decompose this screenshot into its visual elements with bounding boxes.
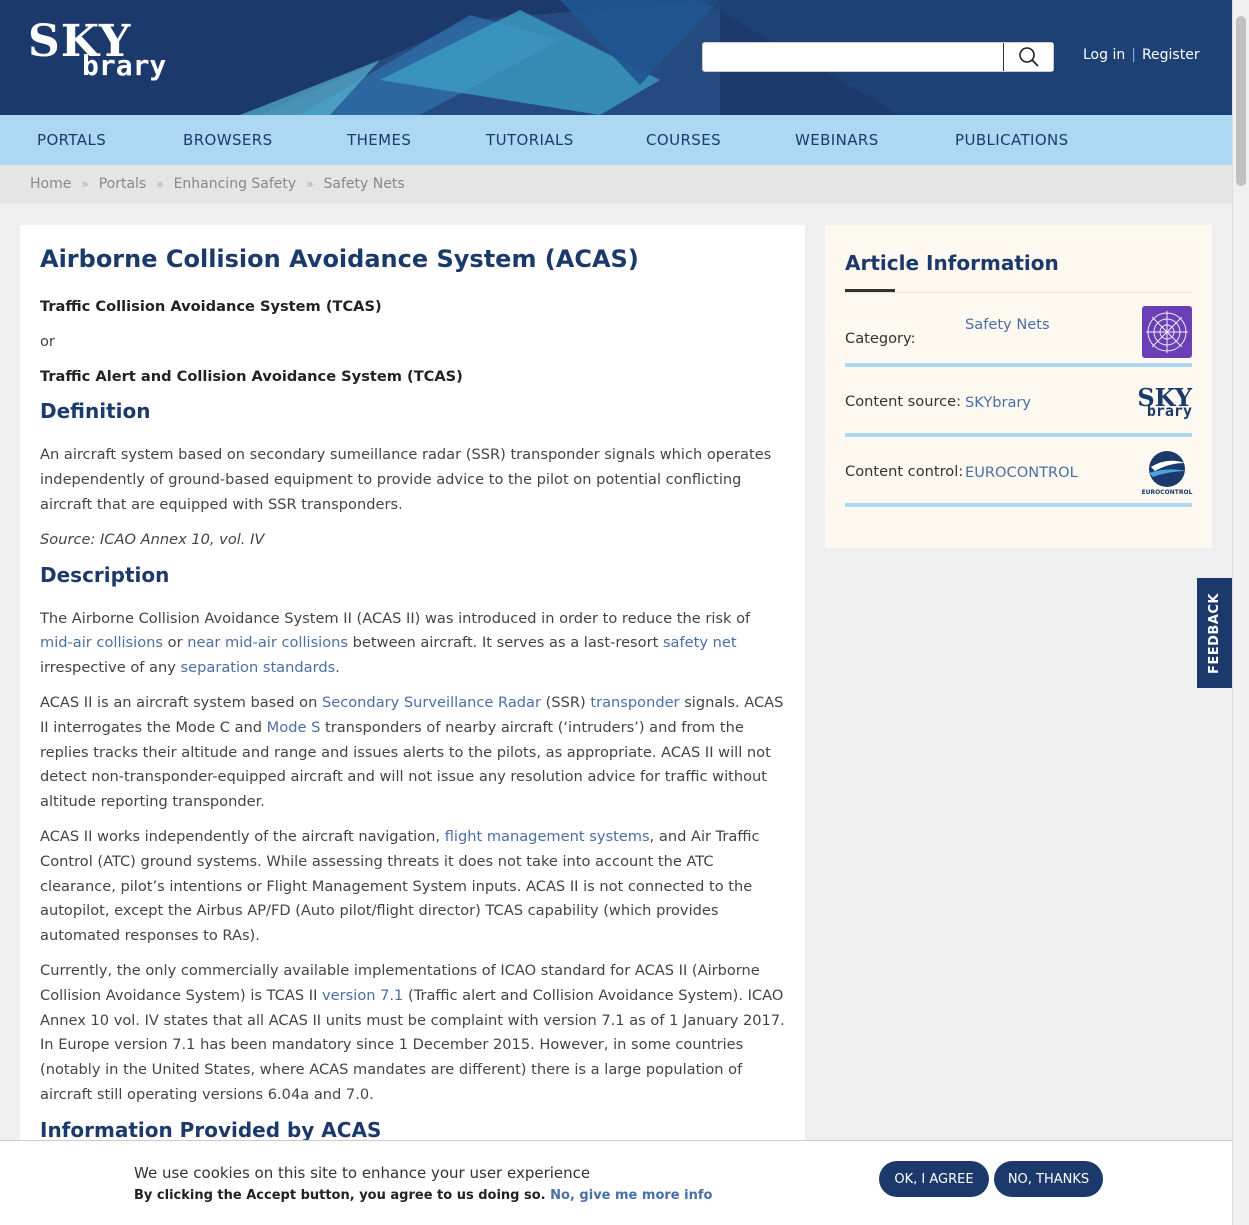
info-value-wrap: Safety Nets	[965, 316, 1142, 333]
login-link[interactable]: Log in	[1083, 47, 1125, 63]
link-secondary-surveillance-radar[interactable]: Secondary Surveillance Radar	[322, 694, 541, 711]
alt-name-or: or	[40, 332, 55, 350]
article-content: Airborne Collision Avoidance System (ACA…	[20, 225, 805, 1145]
feedback-tab[interactable]: FEEDBACK	[1197, 578, 1232, 688]
nav-themes[interactable]: THEMES	[347, 131, 411, 149]
cookie-message: We use cookies on this site to enhance y…	[134, 1164, 591, 1182]
info-row-content-source: Content source: SKYbrary SKY brary	[845, 371, 1192, 437]
text: , and Air Traffic Control (ATC) ground s…	[40, 827, 760, 945]
info-row-content-control: Content control: EUROCONTROL EUROCONTROL	[845, 441, 1192, 507]
register-link[interactable]: Register	[1142, 47, 1200, 63]
search-bar	[702, 42, 1054, 72]
definition-text: An aircraft system based on secondary su…	[40, 446, 772, 513]
text: or	[163, 634, 188, 652]
decline-button[interactable]: NO, THANKS	[994, 1161, 1103, 1197]
search-button[interactable]	[1003, 43, 1053, 71]
article-info-panel: Article Information Category: Safety Net…	[825, 225, 1212, 548]
information-provided-heading: Information Provided by ACAS	[40, 1117, 382, 1142]
info-label: Content source:	[845, 393, 962, 410]
feedback-label: FEEDBACK	[1207, 592, 1222, 674]
link-safety-net[interactable]: safety net	[663, 634, 737, 651]
link-near-mid-air-collisions[interactable]: near mid-air collisions	[187, 634, 348, 651]
definition-source: Source: ICAO Annex 10, vol. IV	[40, 530, 265, 548]
text: ACAS II is an aircraft system based on	[40, 693, 322, 711]
breadcrumb-portals[interactable]: Portals	[99, 176, 147, 192]
safety-nets-category-icon[interactable]	[1142, 306, 1192, 358]
breadcrumb: Home » Portals » Enhancing Safety » Safe…	[0, 165, 1232, 203]
logo-text-bottom: brary	[82, 49, 167, 82]
breadcrumb-home[interactable]: Home	[30, 176, 71, 192]
eurocontrol-emblem-icon	[1149, 450, 1187, 487]
breadcrumb-separator: »	[306, 177, 314, 191]
breadcrumb-separator: »	[81, 177, 89, 191]
text: irrespective of any	[40, 659, 181, 677]
link-separation-standards[interactable]: separation standards	[181, 659, 336, 676]
auth-links: Log in | Register	[1083, 47, 1200, 63]
auth-separator: |	[1131, 47, 1136, 63]
category-link[interactable]: Safety Nets	[965, 316, 1050, 333]
nav-browsers[interactable]: BROWSERS	[183, 131, 273, 149]
small-logo-bottom: brary	[1146, 401, 1192, 420]
alt-name-1: Traffic Collision Avoidance System (TCAS…	[40, 298, 382, 315]
nav-courses[interactable]: COURSES	[646, 131, 721, 149]
article-info-title: Article Information	[845, 251, 1059, 275]
eurocontrol-logo: EUROCONTROL	[1142, 446, 1192, 498]
skybrary-small-logo: SKY brary	[1112, 376, 1192, 428]
cookie-consent-text: By clicking the Accept button, you agree…	[134, 1188, 712, 1203]
description-paragraph-4: Currently, the only commercially availab…	[40, 959, 785, 1108]
nav-tutorials[interactable]: TUTORIALS	[486, 131, 574, 149]
site-header: SKY brary Log in | Register	[0, 0, 1232, 115]
link-flight-management-systems[interactable]: flight management systems	[445, 828, 650, 845]
nav-publications[interactable]: PUBLICATIONS	[955, 131, 1069, 149]
eurocontrol-logo-text: EUROCONTROL	[1141, 488, 1193, 496]
info-value-wrap: SKYbrary	[965, 394, 1112, 411]
page-scrollbar[interactable]	[1232, 0, 1249, 1225]
main-nav: PORTALS BROWSERS THEMES TUTORIALS COURSE…	[0, 115, 1232, 165]
description-paragraph-3: ACAS II works independently of the aircr…	[40, 825, 785, 949]
cookie-consent-label: By clicking the Accept button, you agree…	[134, 1188, 546, 1203]
description-heading: Description	[40, 562, 170, 587]
divider	[845, 292, 1192, 293]
info-row-category: Category: Safety Nets	[845, 301, 1192, 367]
content-control-link[interactable]: EUROCONTROL	[965, 464, 1078, 481]
info-label: Category:	[845, 330, 916, 347]
link-mode-s[interactable]: Mode S	[267, 719, 321, 736]
description-paragraph-1: The Airborne Collision Avoidance System …	[40, 607, 785, 681]
cookie-banner: We use cookies on this site to enhance y…	[0, 1140, 1232, 1225]
info-value-wrap: EUROCONTROL	[965, 464, 1142, 481]
breadcrumb-enhancing-safety[interactable]: Enhancing Safety	[174, 176, 297, 192]
text: .	[335, 659, 340, 677]
search-icon	[1018, 47, 1039, 67]
scrollbar-thumb[interactable]	[1236, 16, 1246, 186]
agree-button[interactable]: OK, I AGREE	[879, 1161, 989, 1197]
breadcrumb-safety-nets[interactable]: Safety Nets	[324, 176, 405, 192]
description-paragraph-2: ACAS II is an aircraft system based on S…	[40, 691, 785, 815]
text: (SSR)	[541, 693, 591, 711]
breadcrumb-separator: »	[156, 177, 164, 191]
link-mid-air-collisions[interactable]: mid-air collisions	[40, 634, 163, 651]
text: between aircraft. It serves as a last-re…	[348, 634, 663, 652]
definition-heading: Definition	[40, 399, 151, 424]
skybrary-logo[interactable]: SKY brary	[28, 20, 166, 80]
info-label: Content control:	[845, 463, 964, 480]
spider-web-icon	[1142, 306, 1192, 358]
more-info-link[interactable]: No, give me more info	[550, 1188, 712, 1203]
link-version-7-1[interactable]: version 7.1	[322, 987, 403, 1004]
nav-webinars[interactable]: WEBINARS	[795, 131, 879, 149]
text: ACAS II works independently of the aircr…	[40, 827, 445, 845]
search-input[interactable]	[703, 43, 1003, 71]
alt-name-2: Traffic Alert and Collision Avoidance Sy…	[40, 367, 463, 385]
content-source-link[interactable]: SKYbrary	[965, 394, 1031, 411]
nav-portals[interactable]: PORTALS	[37, 131, 106, 149]
text: (Traffic alert and Collision Avoidance S…	[40, 986, 785, 1103]
text: The Airborne Collision Avoidance System …	[40, 609, 751, 627]
page-title: Airborne Collision Avoidance System (ACA…	[40, 245, 639, 273]
link-transponder[interactable]: transponder	[590, 694, 679, 711]
